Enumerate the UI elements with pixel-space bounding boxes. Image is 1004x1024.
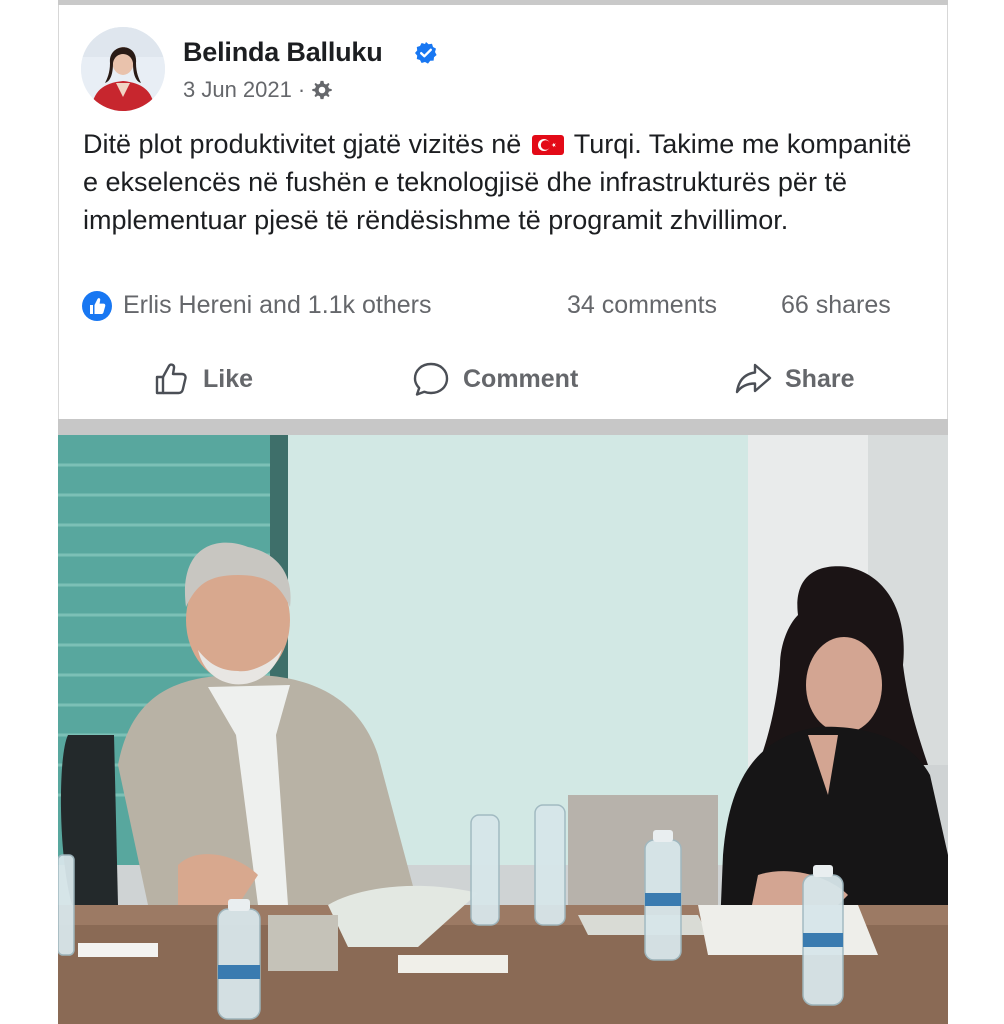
- speech-bubble-icon: [413, 362, 449, 396]
- post-actions: Like Comment Share: [59, 355, 949, 403]
- image-separator: [58, 419, 948, 435]
- share-button[interactable]: Share: [733, 355, 854, 403]
- reactions-summary[interactable]: Erlis Hereni and 1.1k others: [123, 291, 431, 320]
- gear-icon[interactable]: [311, 79, 333, 101]
- thumbs-up-icon: [155, 363, 187, 395]
- post-date[interactable]: 3 Jun 2021: [183, 77, 292, 103]
- like-reaction-icon: [82, 291, 112, 321]
- meta-separator: ·: [297, 77, 306, 102]
- comment-label: Comment: [463, 364, 579, 393]
- like-button[interactable]: Like: [151, 355, 253, 403]
- verified-badge-icon: [415, 42, 437, 64]
- meeting-photo: [58, 435, 948, 1024]
- screenshot-frame: Belinda Balluku 3 Jun 2021 · Ditë plot p…: [0, 0, 1004, 1024]
- share-label: Share: [785, 364, 855, 393]
- shares-count[interactable]: 66 shares: [781, 291, 891, 320]
- post-text-before-flag: Ditë plot produktivitet gjatë vizitës në: [83, 129, 522, 159]
- share-arrow-icon: [735, 363, 772, 394]
- comments-count[interactable]: 34 comments: [567, 291, 717, 320]
- comment-button[interactable]: Comment: [411, 355, 578, 403]
- post-meta: 3 Jun 2021 ·: [183, 77, 333, 103]
- facebook-post-card: Belinda Balluku 3 Jun 2021 · Ditë plot p…: [58, 5, 948, 419]
- avatar[interactable]: [81, 27, 165, 111]
- turkey-flag-icon: [531, 135, 564, 155]
- post-stats: Erlis Hereni and 1.1k others 34 comments…: [81, 288, 927, 322]
- post-photo[interactable]: [58, 435, 948, 1024]
- like-label: Like: [203, 364, 254, 393]
- author-name[interactable]: Belinda Balluku: [183, 37, 383, 68]
- post-text: Ditë plot produktivitet gjatë vizitës në…: [83, 125, 933, 239]
